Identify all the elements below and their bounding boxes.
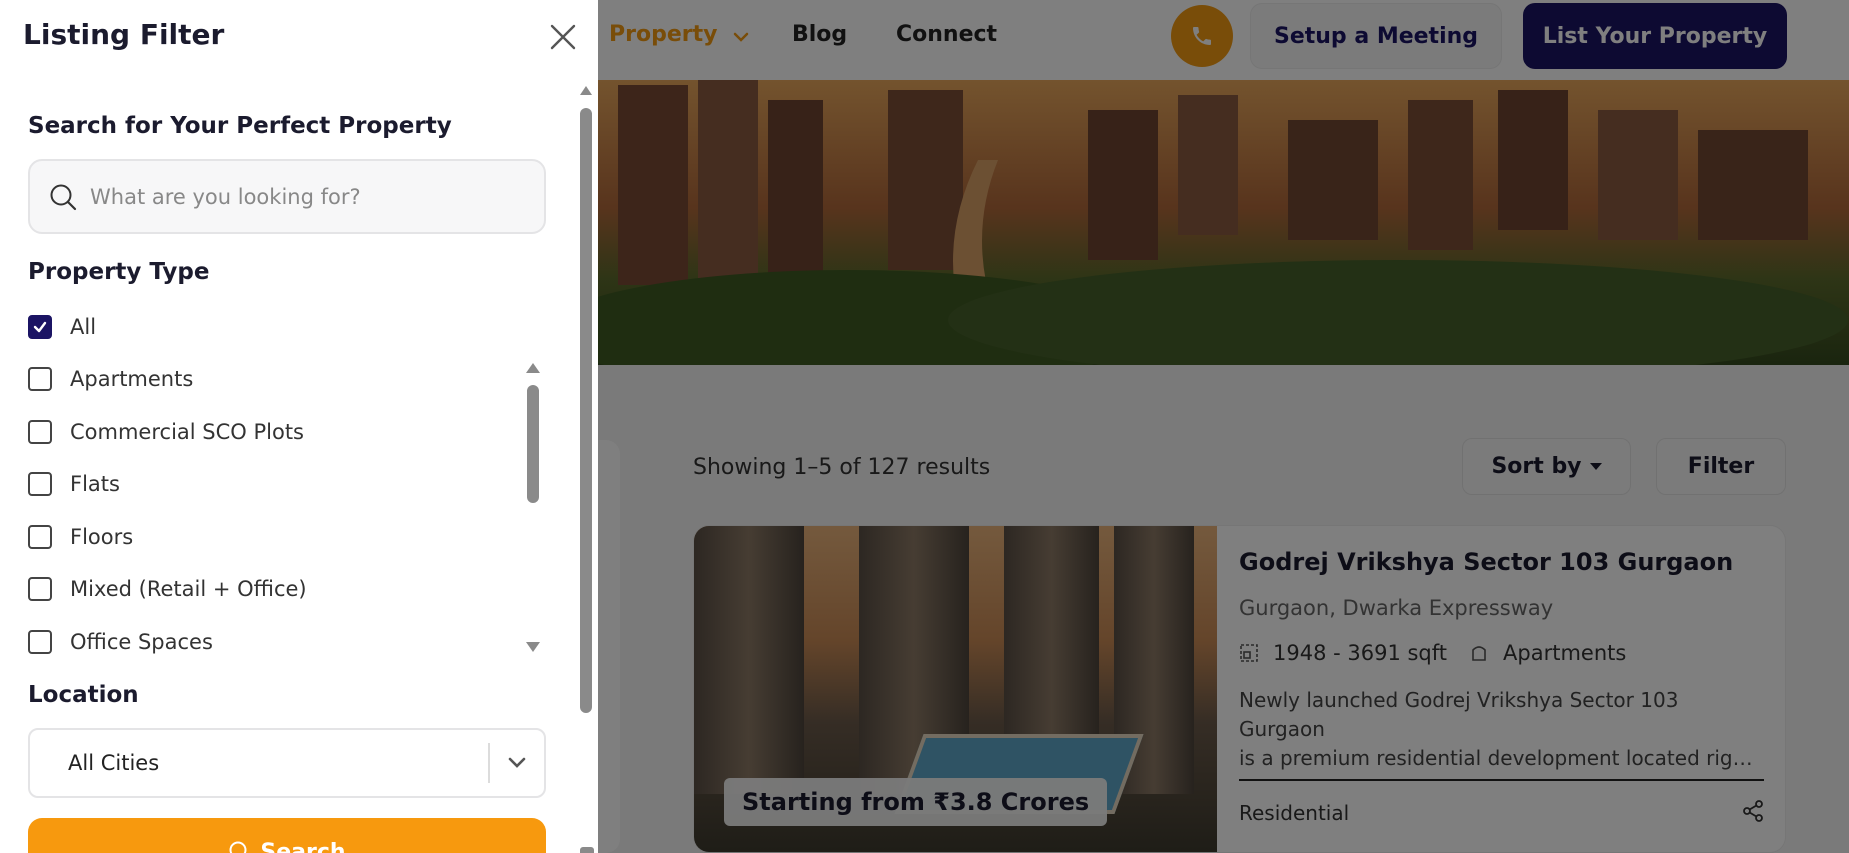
search-submit-button[interactable]: Search [28,818,546,853]
checkbox-all[interactable] [28,315,52,339]
type-label: Commercial SCO Plots [70,420,304,444]
checkbox-floors[interactable] [28,525,52,549]
search-input[interactable] [90,184,510,209]
scroll-down-arrow-icon[interactable] [526,642,540,652]
property-type-list: All Apartments Commercial SCO Plots Flat… [28,309,546,659]
type-label: All [70,315,97,339]
scrollbar-thumb[interactable] [580,108,592,713]
scroll-down-arrow-icon[interactable] [580,847,594,853]
type-option-mixed-retail-office[interactable]: Mixed (Retail + Office) [28,571,307,607]
property-type-heading: Property Type [28,259,210,285]
location-heading: Location [28,682,139,708]
search-submit-label: Search [260,840,346,853]
city-select[interactable]: All Cities [28,728,546,798]
checkbox-commercial-sco-plots[interactable] [28,420,52,444]
chevron-down-icon[interactable] [490,757,544,769]
search-icon [228,840,250,853]
close-icon [550,24,576,50]
checkbox-apartments[interactable] [28,367,52,391]
type-label: Floors [70,525,134,549]
checkmark-icon [33,321,47,333]
city-select-value: All Cities [68,751,160,775]
checkbox-office-spaces[interactable] [28,630,52,654]
property-type-scrollbar[interactable] [524,363,542,653]
type-label: Office Spaces [70,630,213,654]
checkbox-flats[interactable] [28,472,52,496]
scroll-up-arrow-icon[interactable] [580,86,592,95]
search-heading: Search for Your Perfect Property [28,113,452,139]
drawer-title: Listing Filter [23,18,225,51]
type-option-all[interactable]: All [28,309,96,345]
search-box[interactable] [28,159,546,234]
checkbox-mixed-retail-office[interactable] [28,577,52,601]
scroll-up-arrow-icon[interactable] [526,363,540,373]
listing-filter-drawer: Listing Filter Search for Your Perfect P… [0,0,598,853]
scrollbar-thumb[interactable] [527,385,539,503]
close-button[interactable] [546,20,580,54]
type-option-commercial-sco-plots[interactable]: Commercial SCO Plots [28,414,304,450]
type-label: Flats [70,472,120,496]
type-option-flats[interactable]: Flats [28,466,120,502]
type-label: Apartments [70,367,194,391]
type-label: Mixed (Retail + Office) [70,577,307,601]
search-icon [48,182,78,212]
type-option-floors[interactable]: Floors [28,519,133,555]
type-option-apartments[interactable]: Apartments [28,361,193,397]
drawer-scrollbar[interactable] [578,86,594,853]
type-option-office-spaces[interactable]: Office Spaces [28,624,213,659]
